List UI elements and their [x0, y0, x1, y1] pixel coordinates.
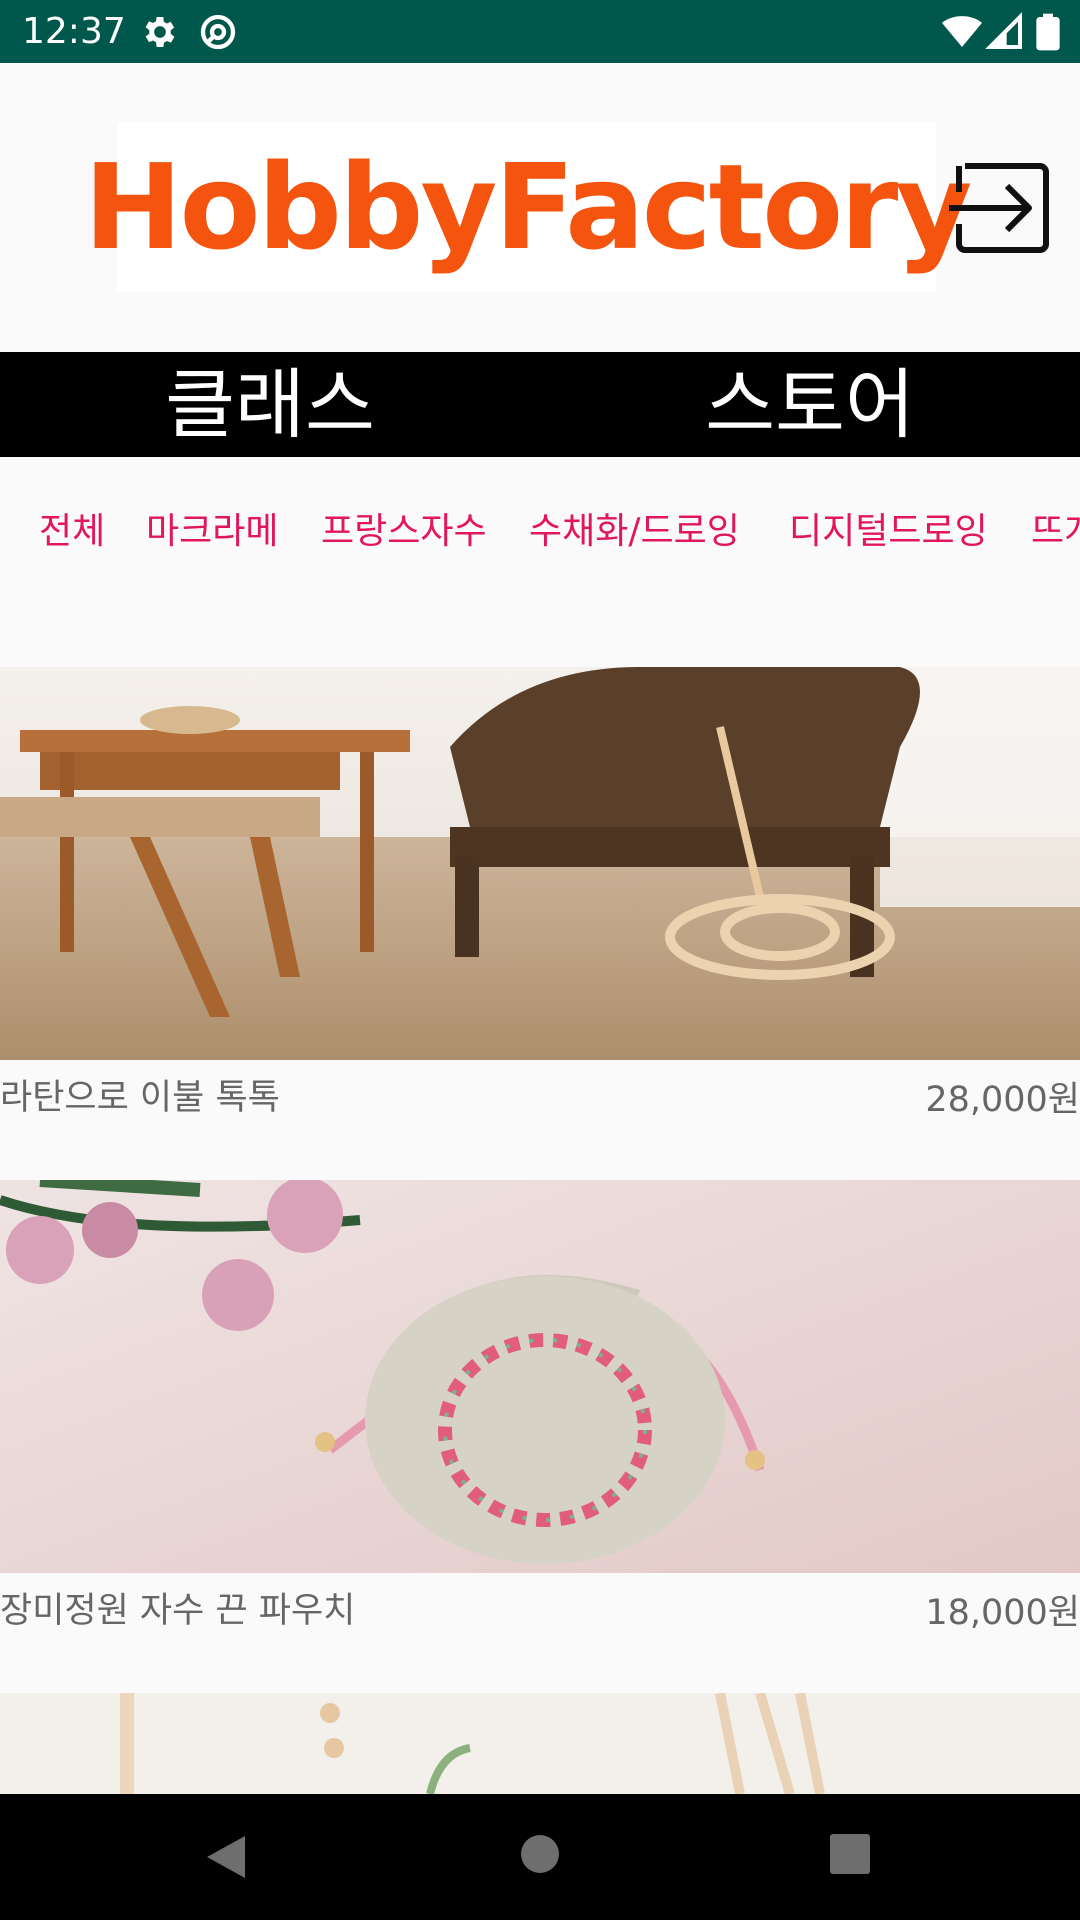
top-tab-bar: 클래스 스토어 — [0, 352, 1080, 457]
product-name: 라탄으로 이불 톡톡 — [0, 1078, 280, 1118]
status-time: 12:37 — [22, 11, 126, 52]
category-all[interactable]: 전체 — [39, 510, 105, 554]
home-icon[interactable] — [520, 1834, 560, 1874]
category-list: 전체 마크라메 프랑스자수 수채화/드로잉 디지털드로잉 뜨개 — [0, 457, 1080, 667]
signal-icon — [985, 12, 1022, 49]
product-price: 28,000원 — [925, 1080, 1080, 1120]
gear-icon — [145, 17, 175, 47]
rattan-bed-beater-photo — [0, 667, 1080, 1060]
category-watercolor-drawing[interactable]: 수채화/드로잉 — [529, 510, 740, 554]
tab-store[interactable]: 스토어 — [540, 352, 1080, 457]
macrame-hanger-photo — [0, 1693, 1080, 1794]
system-nav-bar — [0, 1794, 1080, 1920]
status-bar: 12:37 — [0, 0, 1080, 63]
data-saver-icon — [200, 14, 236, 50]
category-digital-drawing[interactable]: 디지털드로잉 — [789, 510, 988, 554]
login-icon[interactable] — [945, 158, 1057, 258]
app-logo: HobbyFactory — [84, 122, 972, 292]
app-header: HobbyFactory — [0, 63, 1080, 352]
product-name: 장미정원 자수 끈 파우치 — [0, 1591, 356, 1631]
product-price: 18,000원 — [925, 1593, 1080, 1633]
wifi-icon — [942, 16, 982, 47]
logo-text: HobbyFactory — [83, 138, 973, 276]
battery-icon — [1036, 13, 1060, 51]
tab-class[interactable]: 클래스 — [0, 352, 540, 457]
category-knitting[interactable]: 뜨개 — [1031, 510, 1080, 554]
category-macrame[interactable]: 마크라메 — [146, 510, 278, 554]
back-icon[interactable] — [205, 1834, 247, 1880]
category-french-embroidery[interactable]: 프랑스자수 — [321, 510, 487, 554]
rose-embroidery-pouch-photo — [0, 1180, 1080, 1573]
recents-icon[interactable] — [830, 1834, 870, 1874]
